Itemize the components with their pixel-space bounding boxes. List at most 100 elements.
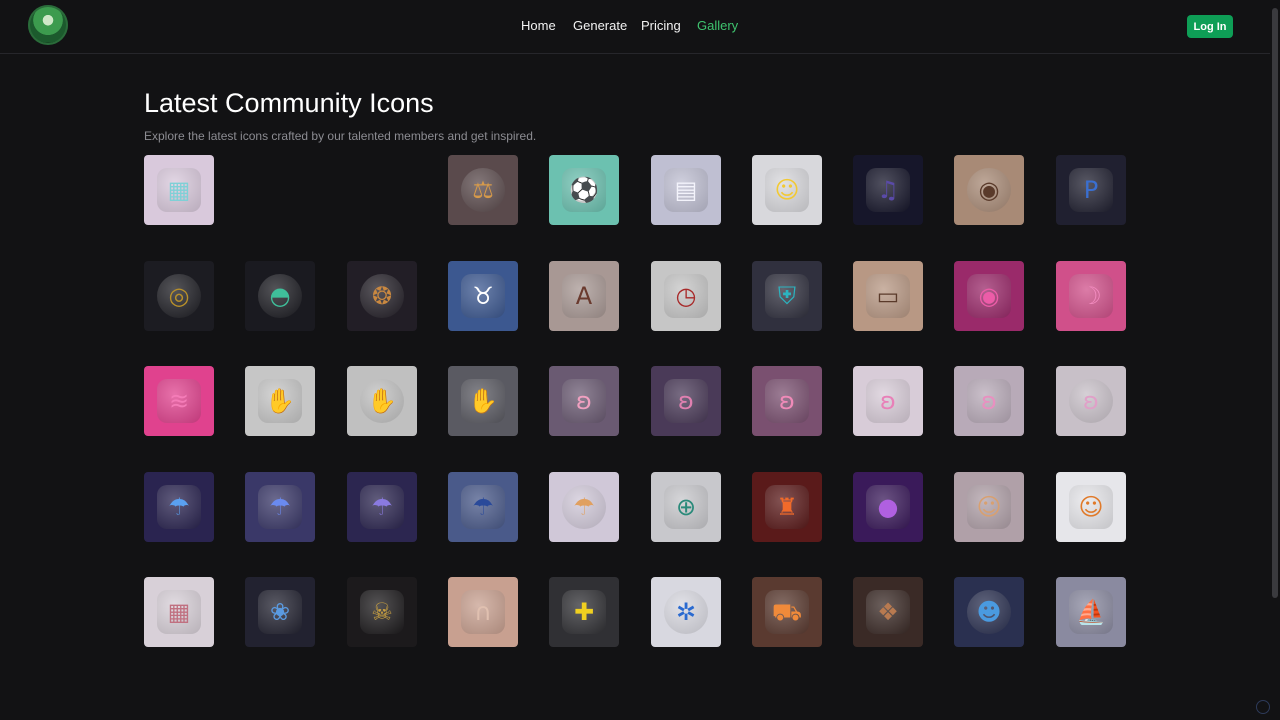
axolotl-1-icon: ʚ	[562, 379, 606, 423]
camera-pink-icon: ◉	[967, 274, 1011, 318]
gallery-icon-hand-circle[interactable]: ✋	[347, 366, 417, 436]
clock-icon: ◷	[664, 274, 708, 318]
gallery-icon-boat[interactable]: ⛵	[1056, 577, 1126, 647]
gallery-icon-skull-shield[interactable]: ☠	[347, 577, 417, 647]
dashboard-ui-icon: ▤	[664, 168, 708, 212]
gallery-icon-dashboard-ui[interactable]: ▤	[651, 155, 721, 225]
gallery-icon-jellyfish-5[interactable]: ☂	[549, 472, 619, 542]
scales-of-justice-icon: ⚖	[461, 168, 505, 212]
gallery-icon-scales-of-justice[interactable]: ⚖	[448, 155, 518, 225]
gallery-icon-ufo[interactable]: ◓	[245, 261, 315, 331]
logo-icon[interactable]	[28, 5, 68, 45]
gallery-icon-axolotl-3[interactable]: ʚ	[752, 366, 822, 436]
nav-gallery[interactable]: Gallery	[697, 18, 738, 33]
cow-icon: ♉	[461, 274, 505, 318]
gallery-icon-music-note[interactable]: ♫	[853, 155, 923, 225]
nav-generate[interactable]: Generate	[573, 18, 627, 33]
gallery-icon-hand-teal[interactable]: ✋	[448, 366, 518, 436]
icon-gallery: ▦ ⚖ ⚽ ▤ ☺ ♫ ◉ P ◎ ◓ ❂ ♉ A ◷ ⛨ ▭ ◉ ☽ ≋ ✋ ✋ ✋ ʚ ʚ ʚ ʚ ʚ ʚ ☂ ☂ ☂ ☂ ☂ ⊕ ♜ ● ☺ ☺ ▦ ❀…	[144, 155, 1144, 655]
gallery-icon-camera-pink[interactable]: ◉	[954, 261, 1024, 331]
page-title: Latest Community Icons	[144, 88, 434, 118]
gallery-icon-phoenix-swirl[interactable]: ❂	[347, 261, 417, 331]
gallery-icon-wave-pink[interactable]: ≋	[144, 366, 214, 436]
gallery-icon-isometric-building[interactable]: ▦	[144, 155, 214, 225]
squirrel-doctor-icon: ☺	[1069, 485, 1113, 529]
watermark-icon	[1256, 700, 1270, 714]
jellyfish-3-icon: ☂	[360, 485, 404, 529]
nav-pricing[interactable]: Pricing	[641, 18, 681, 33]
gallery-icon-id-card[interactable]: ▭	[853, 261, 923, 331]
jellyfish-4-icon: ☂	[461, 485, 505, 529]
jellyfish-1-icon: ☂	[157, 485, 201, 529]
gallery-icon-purple-apple[interactable]: ●	[853, 472, 923, 542]
letter-p-icon: P	[1069, 168, 1113, 212]
gallery-icon-axolotl-6[interactable]: ʚ	[1056, 366, 1126, 436]
ufo-icon: ◓	[258, 274, 302, 318]
skull-shield-icon: ☠	[360, 590, 404, 634]
watermark	[1256, 700, 1270, 714]
gallery-icon-cow[interactable]: ♉	[448, 261, 518, 331]
gallery-icon-flower-pattern[interactable]: ❀	[245, 577, 315, 647]
gallery-icon-isometric-room[interactable]: ▦	[144, 577, 214, 647]
wave-pink-icon: ≋	[157, 379, 201, 423]
scrollbar[interactable]	[1270, 0, 1280, 720]
isometric-building-icon: ▦	[157, 168, 201, 212]
gallery-icon-radar[interactable]: ◎	[144, 261, 214, 331]
gallery-icon-integration-hub[interactable]: ✲	[651, 577, 721, 647]
gallery-icon-statue-face[interactable]: ☺	[954, 472, 1024, 542]
login-button[interactable]: Log In	[1187, 15, 1233, 38]
hand-circle-icon: ✋	[360, 379, 404, 423]
flower-pattern-icon: ❀	[258, 590, 302, 634]
gallery-icon-adventurer-character[interactable]: ☺	[752, 155, 822, 225]
gallery-icon-jellyfish-2[interactable]: ☂	[245, 472, 315, 542]
axolotl-2-icon: ʚ	[664, 379, 708, 423]
gallery-icon-squirrel-doctor[interactable]: ☺	[1056, 472, 1126, 542]
gallery-icon-hand-green[interactable]: ✋	[245, 366, 315, 436]
gallery-icon-axolotl-5[interactable]: ʚ	[954, 366, 1024, 436]
gallery-icon-axolotl-4[interactable]: ʚ	[853, 366, 923, 436]
axolotl-5-icon: ʚ	[967, 379, 1011, 423]
gallery-icon-letter-a[interactable]: A	[549, 261, 619, 331]
letter-a-icon: A	[562, 274, 606, 318]
ornate-pattern-icon: ❖	[866, 590, 910, 634]
axolotl-4-icon: ʚ	[866, 379, 910, 423]
gallery-icon-empty-slot-2	[347, 155, 417, 225]
top-navbar: Home Generate Pricing Gallery Log In	[0, 0, 1270, 54]
purple-apple-icon: ●	[866, 485, 910, 529]
hand-green-icon: ✋	[258, 379, 302, 423]
haunted-castle-icon: ♜	[765, 485, 809, 529]
gallery-icon-letter-p[interactable]: P	[1056, 155, 1126, 225]
gallery-icon-compass-target[interactable]: ⊕	[651, 472, 721, 542]
gallery-icon-clock[interactable]: ◷	[651, 261, 721, 331]
jellyfish-2-icon: ☂	[258, 485, 302, 529]
gallery-icon-axolotl-1[interactable]: ʚ	[549, 366, 619, 436]
gallery-icon-axolotl-2[interactable]: ʚ	[651, 366, 721, 436]
nav-home[interactable]: Home	[521, 18, 556, 33]
gallery-icon-ornate-pattern[interactable]: ❖	[853, 577, 923, 647]
gallery-icon-puzzle-piece[interactable]: ✚	[549, 577, 619, 647]
boat-icon: ⛵	[1069, 590, 1113, 634]
gallery-icon-arched-door[interactable]: ∩	[448, 577, 518, 647]
robot-icon: ☻	[967, 590, 1011, 634]
axolotl-6-icon: ʚ	[1069, 379, 1113, 423]
gallery-icon-haunted-castle[interactable]: ♜	[752, 472, 822, 542]
gallery-icon-jellyfish-1[interactable]: ☂	[144, 472, 214, 542]
gallery-icon-jellyfish-4[interactable]: ☂	[448, 472, 518, 542]
gallery-icon-eye[interactable]: ◉	[954, 155, 1024, 225]
gallery-icon-soccer-field[interactable]: ⚽	[549, 155, 619, 225]
scrollbar-thumb[interactable]	[1272, 8, 1278, 598]
hand-teal-icon: ✋	[461, 379, 505, 423]
isometric-room-icon: ▦	[157, 590, 201, 634]
gallery-icon-robot[interactable]: ☻	[954, 577, 1024, 647]
gallery-icon-empty-slot-1	[245, 155, 315, 225]
statue-face-icon: ☺	[967, 485, 1011, 529]
car-cone-icon: ⛟	[765, 590, 809, 634]
gallery-icon-moon-pink[interactable]: ☽	[1056, 261, 1126, 331]
soccer-field-icon: ⚽	[562, 168, 606, 212]
gallery-icon-shield[interactable]: ⛨	[752, 261, 822, 331]
adventurer-character-icon: ☺	[765, 168, 809, 212]
puzzle-piece-icon: ✚	[562, 590, 606, 634]
gallery-icon-jellyfish-3[interactable]: ☂	[347, 472, 417, 542]
integration-hub-icon: ✲	[664, 590, 708, 634]
gallery-icon-car-cone[interactable]: ⛟	[752, 577, 822, 647]
